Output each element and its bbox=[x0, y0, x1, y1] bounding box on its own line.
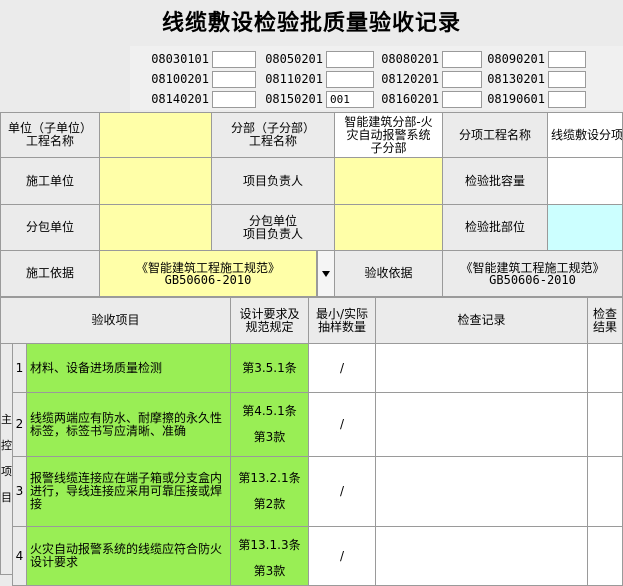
code-label: 08190601 bbox=[487, 92, 545, 106]
code-label: 08030101 bbox=[151, 52, 209, 66]
header-requirement: 设计要求及 规范规定 bbox=[230, 297, 309, 344]
row-item-text: 火灾自动报警系统的线缆应符合防火设计要求 bbox=[26, 526, 231, 586]
project-manager-field[interactable] bbox=[334, 157, 443, 205]
row-number: 3 bbox=[12, 456, 27, 527]
code-input[interactable] bbox=[442, 71, 482, 88]
row-item-text: 报警线缆连接应在端子箱或分支盒内进行，导线连接应采用可靠压接或焊接 bbox=[26, 456, 231, 527]
row-sample-qty[interactable]: / bbox=[308, 456, 376, 527]
row-requirement: 第4.5.1条 第3款 bbox=[230, 392, 309, 457]
sub-pm-field[interactable] bbox=[334, 204, 443, 251]
accept-basis-label: 验收依据 bbox=[334, 250, 443, 297]
code-label: 08050201 bbox=[265, 52, 323, 66]
code-label: 08130201 bbox=[487, 72, 545, 86]
row-sample-qty[interactable]: / bbox=[308, 392, 376, 457]
code-label: 08120201 bbox=[381, 72, 439, 86]
main-control-items-label: 主 控 项 目 bbox=[0, 343, 12, 575]
row-requirement: 第13.2.1条 第2款 bbox=[230, 456, 309, 527]
code-input[interactable] bbox=[548, 51, 586, 68]
row-record[interactable] bbox=[375, 343, 588, 393]
code-input[interactable] bbox=[212, 91, 256, 108]
row-requirement: 第3.5.1条 bbox=[230, 343, 309, 393]
item-name-field[interactable]: 线缆敷设分项 bbox=[547, 112, 623, 158]
code-input[interactable] bbox=[548, 91, 586, 108]
subcontractor-field[interactable] bbox=[99, 204, 212, 251]
code-label: 08140201 bbox=[151, 92, 209, 106]
row-sample-qty[interactable]: / bbox=[308, 343, 376, 393]
row-result[interactable] bbox=[587, 526, 623, 586]
row-number: 2 bbox=[12, 392, 27, 457]
code-label: 08110201 bbox=[265, 72, 323, 86]
code-input[interactable] bbox=[212, 71, 256, 88]
code-input[interactable] bbox=[326, 51, 374, 68]
code-input[interactable] bbox=[442, 51, 482, 68]
code-input[interactable] bbox=[326, 71, 374, 88]
row-result[interactable] bbox=[587, 343, 623, 393]
code-label: 08150201 bbox=[265, 92, 323, 106]
part-name-label: 分部（子分部） 工程名称 bbox=[211, 112, 335, 158]
code-label: 08080201 bbox=[381, 52, 439, 66]
row-item-text: 线缆两端应有防水、耐摩擦的永久性标签，标签书写应清晰、准确 bbox=[26, 392, 231, 457]
code-input[interactable] bbox=[212, 51, 256, 68]
row-record[interactable] bbox=[375, 456, 588, 527]
code-input[interactable]: 001 bbox=[326, 91, 374, 108]
row-number: 1 bbox=[12, 343, 27, 393]
code-label: 08090201 bbox=[487, 52, 545, 66]
unit-name-field[interactable] bbox=[99, 112, 212, 158]
row-item-text: 材料、设备进场质量检测 bbox=[26, 343, 231, 393]
capacity-field[interactable] bbox=[547, 157, 623, 205]
code-input[interactable] bbox=[548, 71, 586, 88]
sub-pm-label: 分包单位 项目负责人 bbox=[211, 204, 335, 251]
basis-dropdown-button[interactable] bbox=[317, 250, 335, 297]
row-record[interactable] bbox=[375, 526, 588, 586]
basis-field[interactable]: 《智能建筑工程施工规范》 GB50606-2010 bbox=[99, 250, 317, 297]
page-title: 线缆敷设检验批质量验收记录 bbox=[161, 11, 461, 36]
accept-basis-field[interactable]: 《智能建筑工程施工规范》 GB50606-2010 bbox=[442, 250, 623, 297]
row-sample-qty[interactable]: / bbox=[308, 526, 376, 586]
location-label: 检验批部位 bbox=[442, 204, 548, 251]
row-result[interactable] bbox=[587, 392, 623, 457]
constructor-field[interactable] bbox=[99, 157, 212, 205]
code-label: 08160201 bbox=[381, 92, 439, 106]
project-manager-label: 项目负责人 bbox=[211, 157, 335, 205]
row-record[interactable] bbox=[375, 392, 588, 457]
header-sample-qty: 最小/实际 抽样数量 bbox=[308, 297, 376, 344]
constructor-label: 施工单位 bbox=[0, 157, 100, 205]
location-field[interactable] bbox=[547, 204, 623, 251]
row-number: 4 bbox=[12, 526, 27, 586]
basis-label: 施工依据 bbox=[0, 250, 100, 297]
code-label: 08100201 bbox=[151, 72, 209, 86]
capacity-label: 检验批容量 bbox=[442, 157, 548, 205]
chevron-down-icon bbox=[322, 271, 330, 277]
header-record: 检查记录 bbox=[375, 297, 588, 344]
code-input[interactable] bbox=[442, 91, 482, 108]
row-result[interactable] bbox=[587, 456, 623, 527]
header-result: 检查 结果 bbox=[587, 297, 623, 344]
row-requirement: 第13.1.3条 第3款 bbox=[230, 526, 309, 586]
part-name-field[interactable]: 智能建筑分部-火 灾自动报警系统 子分部 bbox=[334, 112, 443, 158]
header-item: 验收项目 bbox=[0, 297, 231, 344]
unit-name-label: 单位（子单位） 工程名称 bbox=[0, 112, 100, 158]
subcontractor-label: 分包单位 bbox=[0, 204, 100, 251]
item-name-label: 分项工程名称 bbox=[442, 112, 548, 158]
